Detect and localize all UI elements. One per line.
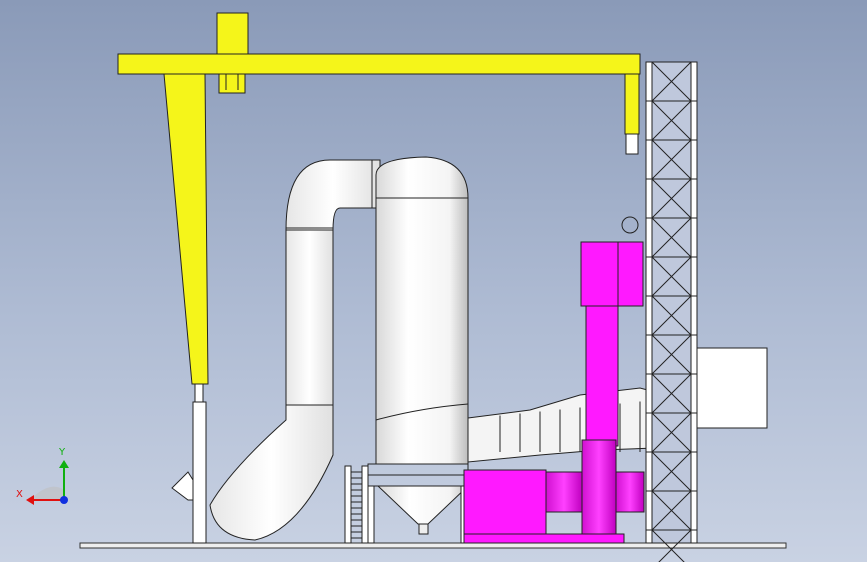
hopper-outlet [418,523,429,535]
model-scene[interactable]: Y X [0,0,867,562]
duct-vertical [285,229,334,406]
cad-viewport[interactable]: Y X [0,0,867,562]
fan-shaft [545,471,583,513]
crane-top-block [216,12,249,55]
crane-left-leg [163,73,209,385]
inspection-port [621,216,639,234]
crane-trolley [218,73,246,94]
left-support [171,401,207,544]
fan-motor [615,471,645,513]
fan-unit [463,241,645,544]
exhaust-duct [209,159,381,541]
crane-hook-left [194,383,204,403]
support-post [192,401,207,544]
scrubber-tower [367,156,470,544]
tower-body [375,197,469,465]
lattice-tower [645,61,698,562]
crane-main-beam [117,53,641,75]
tower-dome [375,156,469,199]
equipment-box [696,347,768,429]
duct-lower-elbow [209,404,334,541]
crane-right-hanger [624,73,640,135]
coordinate-triad-icon: Y X [16,447,69,505]
fan-stack-top [580,241,644,307]
fan-base [463,533,625,544]
fan-stack [585,305,619,447]
duct-top-bend [285,159,381,231]
support-bracket [171,471,194,501]
fan-inlet-box [463,469,547,537]
tower-hopper [376,485,470,525]
ground-slab [79,542,787,549]
fan-volute [581,439,617,537]
connecting-duct [467,387,656,463]
access-ladder [344,465,369,544]
axis-y-label: Y [58,447,66,458]
axis-x-label: X [16,489,23,500]
crane-hook-right [625,133,639,155]
